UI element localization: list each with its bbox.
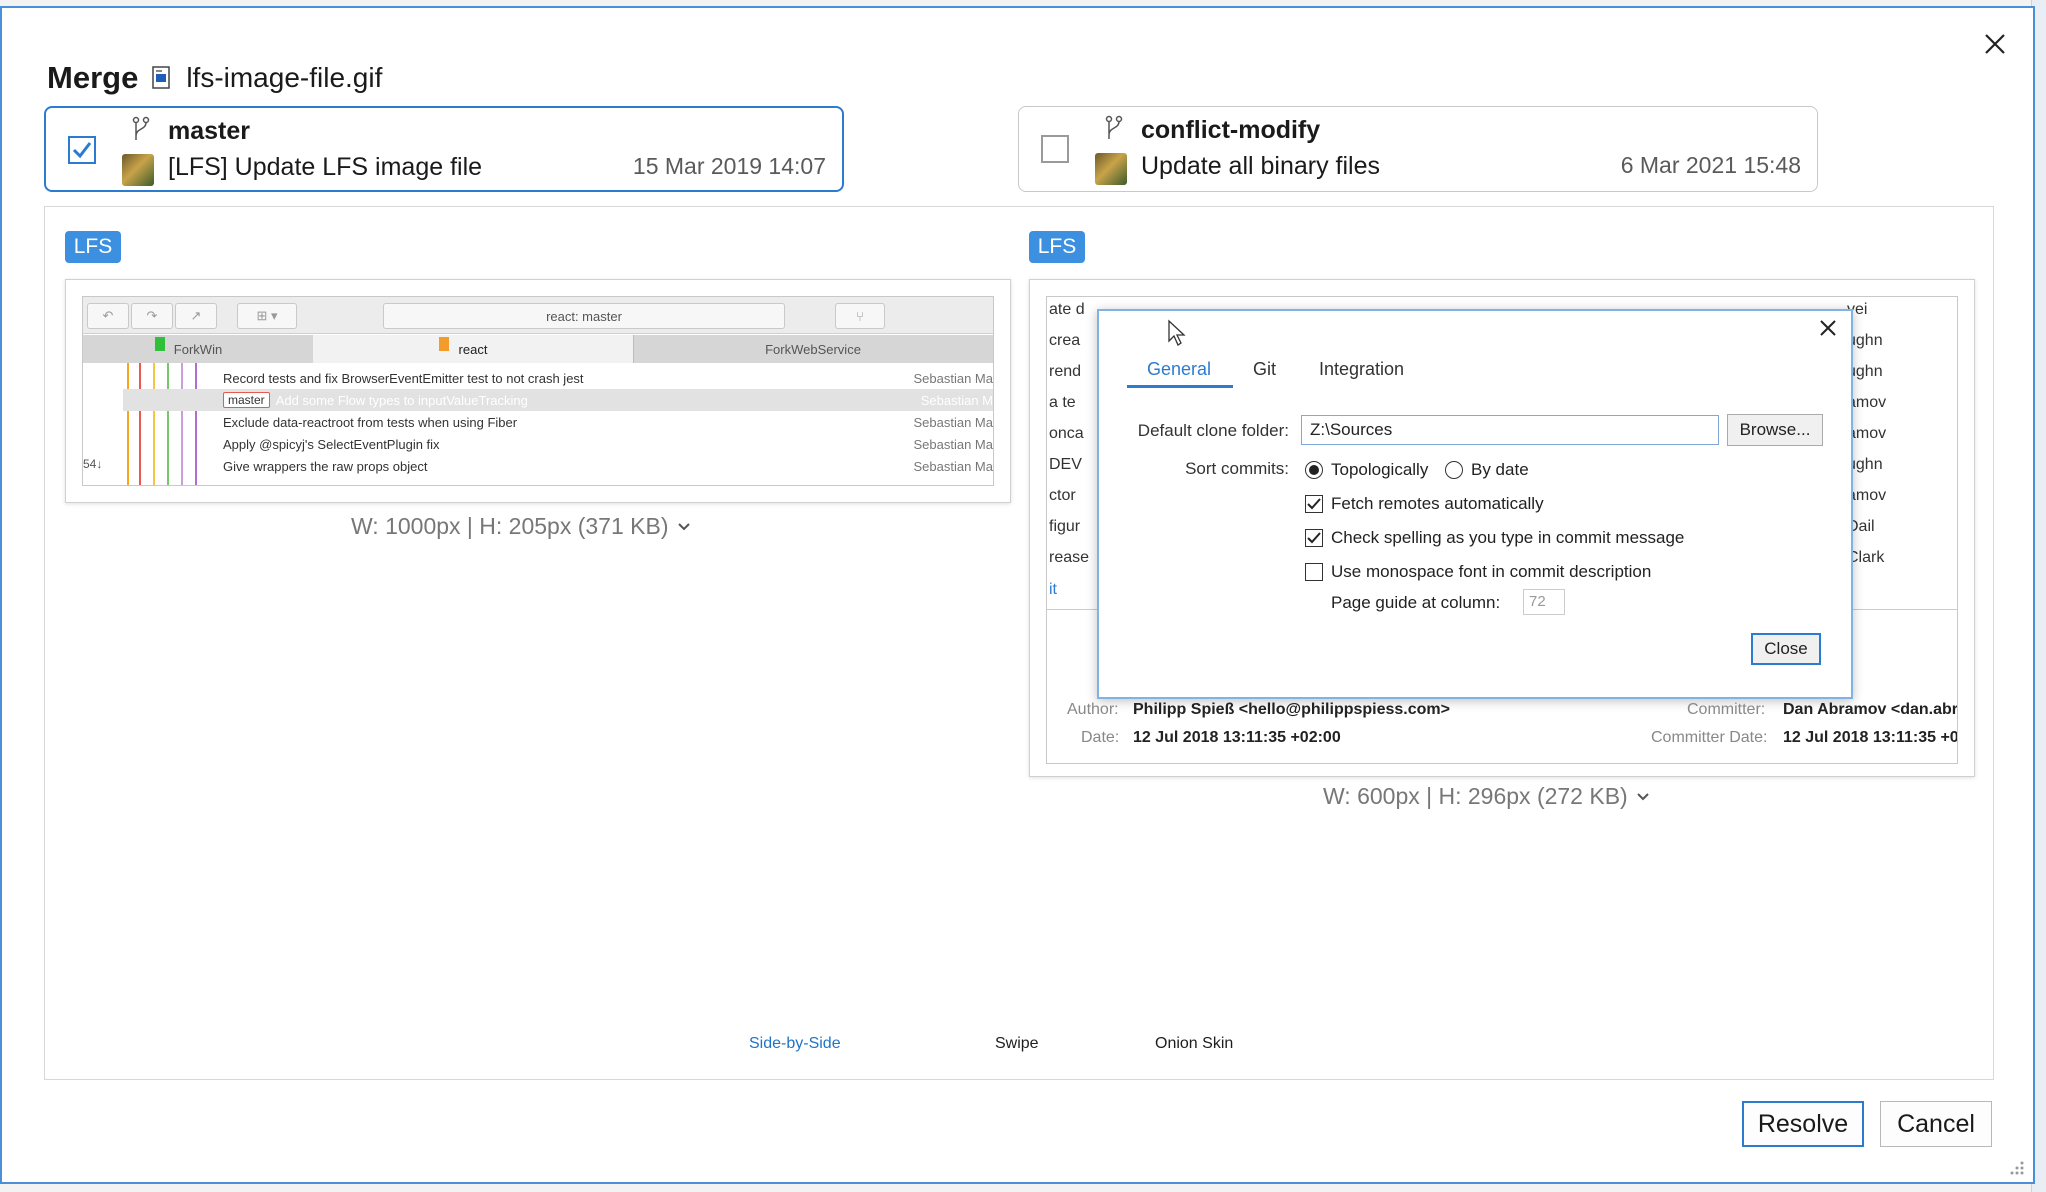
file-name: lfs-image-file.gif — [186, 62, 383, 93]
preferences-dialog: General Git Integration Default clone fo… — [1097, 309, 1853, 699]
right-image-preview: ate d crea rend a te onca DEV ctor figur… — [1029, 279, 1975, 777]
mini-tab: ForkWebService — [633, 335, 993, 363]
left-image-meta[interactable]: W: 1000px | H: 205px (371 KB) — [351, 513, 691, 540]
checkbox-fetch-remotes — [1305, 495, 1323, 513]
branch-card-conflict-modify[interactable]: conflict-modify Update all binary files … — [1018, 106, 1818, 192]
mini-merge-icon: ⑂ — [835, 303, 885, 329]
title-row: Merge lfs-image-file.gif — [47, 60, 382, 96]
prefs-tab-general: General — [1147, 359, 1212, 379]
radio-topologically — [1305, 461, 1323, 479]
page-guide-label: Page guide at column: — [1331, 593, 1501, 612]
mini-author: Sebastian Ma — [913, 458, 994, 474]
mini-redo-icon: ↷ — [131, 303, 173, 329]
mini-author: Sebastian Ma — [913, 436, 994, 452]
avatar — [122, 154, 154, 186]
mini-undo-icon: ↶ — [87, 303, 129, 329]
branch-icon — [130, 116, 152, 142]
mini-stash-icon: ⊞ ▾ — [237, 303, 297, 329]
image-compare-area: LFS ↶ ↷ ↗ ⊞ ▾ react: master ⑂ ForkWin re… — [44, 206, 1994, 1080]
page-guide-input: 72 — [1523, 589, 1565, 615]
image-file-icon — [152, 66, 172, 90]
merge-dialog: Merge lfs-image-file.gif master [LFS] Up… — [0, 6, 2035, 1184]
browse-button: Browse... — [1727, 414, 1823, 446]
mouse-cursor-icon — [1167, 319, 1187, 352]
branch-checkbox-conflict-modify[interactable] — [1041, 135, 1069, 163]
dialog-title: Merge — [47, 60, 139, 95]
lfs-badge: LFS — [65, 231, 121, 263]
radio-by-date — [1445, 461, 1463, 479]
right-image-meta[interactable]: W: 600px | H: 296px (272 KB) — [1323, 783, 1650, 810]
mini-author: Sebastian Ma — [913, 370, 994, 386]
checkbox-check-spelling — [1305, 529, 1323, 547]
mode-onion-skin[interactable]: Onion Skin — [1155, 1035, 1233, 1053]
mini-commit-row: master Add some Flow types to inputValue… — [223, 389, 528, 411]
prefs-tab-git: Git — [1253, 359, 1277, 379]
chevron-down-icon — [677, 522, 690, 530]
mini-share-icon: ↗ — [175, 303, 217, 329]
branch-name: master — [168, 117, 250, 145]
left-image-preview: ↶ ↷ ↗ ⊞ ▾ react: master ⑂ ForkWin react … — [65, 279, 1011, 503]
mini-commit-row: Exclude data-reactroot from tests when u… — [223, 414, 518, 430]
mini-branch-box: react: master — [383, 303, 785, 329]
mini-tab: react — [313, 335, 634, 363]
mini-toolbar: ↶ ↷ ↗ ⊞ ▾ react: master ⑂ — [83, 297, 993, 334]
mode-swipe[interactable]: Swipe — [995, 1035, 1039, 1053]
prefs-tab-integration: Integration — [1319, 359, 1405, 379]
close-icon[interactable] — [1973, 22, 2017, 66]
mini-tabs: ForkWin react ForkWebService — [83, 335, 993, 363]
prefs-close-icon — [1819, 319, 1837, 342]
preferences-screenshot: ate d crea rend a te onca DEV ctor figur… — [1046, 296, 1958, 764]
mini-branch-tag: master — [223, 392, 270, 408]
mini-tab: ForkWin — [83, 335, 314, 363]
lfs-badge: LFS — [1029, 231, 1085, 263]
image-meta-text: W: 600px | H: 296px (272 KB) — [1323, 783, 1628, 809]
mini-author: Sebastian M — [920, 392, 993, 408]
resolve-button[interactable]: Resolve — [1742, 1101, 1864, 1147]
prefs-close-button: Close — [1751, 633, 1821, 665]
resize-grip-icon[interactable] — [2007, 1158, 2025, 1176]
mini-commit-row: Give wrappers the raw props object — [223, 458, 428, 474]
chevron-down-icon — [1637, 792, 1649, 800]
image-meta-text: W: 1000px | H: 205px (371 KB) — [351, 513, 669, 539]
mini-author: Sebastian Ma — [913, 414, 994, 430]
mini-screenshot: ↶ ↷ ↗ ⊞ ▾ react: master ⑂ ForkWin react … — [82, 296, 994, 486]
commit-date: 15 Mar 2019 14:07 — [632, 153, 826, 179]
branch-name: conflict-modify — [1141, 116, 1321, 144]
avatar — [1095, 153, 1127, 185]
commit-date: 6 Mar 2021 15:48 — [1620, 152, 1801, 178]
mini-commit-row: Apply @spicyj's SelectEventPlugin fix — [223, 436, 440, 452]
clone-folder-label: Default clone folder: — [1137, 421, 1289, 440]
sort-commits-label: Sort commits: — [1185, 459, 1289, 478]
checkmark-icon — [72, 142, 92, 159]
mini-green-flag-icon — [155, 337, 165, 351]
commit-message: Update all binary files — [1141, 152, 1381, 180]
cancel-button[interactable]: Cancel — [1880, 1101, 1992, 1147]
checkbox-monospace — [1305, 563, 1323, 581]
branch-checkbox-master[interactable] — [68, 136, 96, 164]
mini-orange-flag-icon — [439, 337, 449, 351]
mini-footer-count: 54↓ — [83, 457, 103, 471]
branch-card-master[interactable]: master [LFS] Update LFS image file 15 Ma… — [44, 106, 844, 192]
mode-side-by-side[interactable]: Side-by-Side — [749, 1035, 841, 1053]
clone-folder-input: Z:\Sources — [1301, 415, 1719, 445]
branch-icon — [1103, 115, 1125, 141]
commit-message: [LFS] Update LFS image file — [168, 153, 483, 181]
mini-commit-row: Record tests and fix BrowserEventEmitter… — [223, 370, 584, 386]
mini-branch-label: react: master — [546, 308, 622, 324]
